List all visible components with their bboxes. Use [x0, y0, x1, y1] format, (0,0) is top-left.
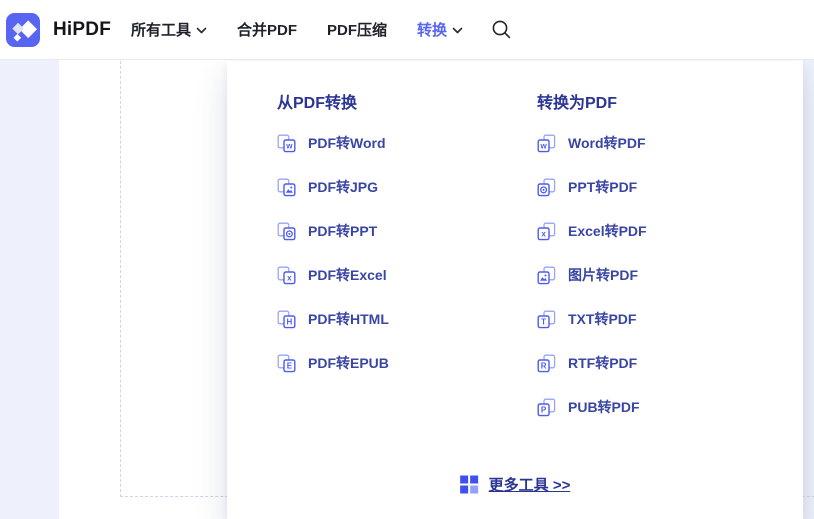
nav-item-compress-pdf[interactable]: PDF压缩 — [327, 19, 387, 40]
search-icon — [492, 20, 511, 39]
image-to-pdf-icon — [537, 266, 556, 284]
column-title: 从PDF转换 — [277, 95, 358, 112]
menu-item-pdf-to-jpg[interactable]: PDF转JPG — [277, 165, 389, 209]
svg-text:T: T — [541, 317, 546, 326]
svg-text:R: R — [541, 361, 547, 370]
svg-text:P: P — [541, 405, 547, 414]
column-title: 转换为PDF — [537, 95, 618, 112]
column-items: w Word转PDF PPT转PDF x Excel转PDF 图片转PDF T TXT转PDF… — [537, 121, 647, 429]
nav-item-label: 合并PDF — [237, 22, 298, 39]
txt-to-pdf-icon: T — [537, 310, 556, 328]
column-items: w PDF转Word PDF转JPG PDF转PPT x PDF转Excel H PDF转HT… — [277, 121, 389, 385]
menu-item-pdf-to-word[interactable]: w PDF转Word — [277, 121, 389, 165]
menu-item-pdf-to-html[interactable]: H PDF转HTML — [277, 297, 389, 341]
more-tools-label: 更多工具 >> — [488, 477, 571, 494]
menu-item-label: PDF转HTML — [308, 311, 389, 327]
nav-item-convert[interactable]: 转换 — [417, 19, 463, 40]
menu-item-label: PDF转PPT — [308, 223, 378, 239]
menu-item-label: PDF转EPUB — [308, 355, 389, 371]
svg-text:H: H — [287, 317, 293, 326]
menu-item-image-to-pdf[interactable]: 图片转PDF — [537, 253, 647, 297]
menu-item-label: PPT转PDF — [568, 179, 638, 195]
svg-text:w: w — [539, 141, 547, 150]
nav-menu: 所有工具 合并PDF PDF压缩 转换 — [131, 19, 463, 40]
svg-text:x: x — [287, 273, 292, 282]
svg-text:x: x — [541, 229, 546, 238]
convert-dropdown-panel: 从PDF转换 w PDF转Word PDF转JPG PDF转PPT x PDF转Excel… — [227, 61, 803, 519]
column-to-pdf: 转换为PDF w Word转PDF PPT转PDF x Excel转PDF 图片转PDF T… — [537, 93, 647, 429]
pdf-to-excel-icon: x — [277, 266, 296, 284]
menu-item-pdf-to-epub[interactable]: E PDF转EPUB — [277, 341, 389, 385]
menu-item-word-to-pdf[interactable]: w Word转PDF — [537, 121, 647, 165]
menu-item-pub-to-pdf[interactable]: P PUB转PDF — [537, 385, 647, 429]
svg-text:w: w — [285, 141, 293, 150]
navbar: HiPDF 所有工具 合并PDF PDF压缩 转换 — [0, 0, 814, 60]
pdf-to-epub-icon: E — [277, 354, 296, 372]
hipdf-logo[interactable] — [6, 12, 40, 47]
menu-item-label: PDF转Word — [308, 135, 386, 151]
menu-item-label: RTF转PDF — [568, 355, 638, 371]
excel-to-pdf-icon: x — [537, 222, 556, 240]
grid-icon — [460, 475, 479, 494]
menu-item-excel-to-pdf[interactable]: x Excel转PDF — [537, 209, 647, 253]
column-from-pdf: 从PDF转换 w PDF转Word PDF转JPG PDF转PPT x PDF转Excel… — [277, 93, 389, 385]
nav-item-label: 所有工具 — [131, 22, 192, 39]
nav-item-label: PDF压缩 — [327, 22, 388, 39]
page-left-gutter — [0, 60, 59, 519]
rtf-to-pdf-icon: R — [537, 354, 556, 372]
chevron-down-icon — [196, 27, 207, 34]
word-to-pdf-icon: w — [537, 134, 556, 152]
search-button[interactable] — [491, 19, 512, 40]
nav-item-label: 转换 — [417, 22, 448, 39]
pdf-to-ppt-icon — [277, 222, 296, 240]
brand-title[interactable]: HiPDF — [53, 19, 111, 41]
pdf-to-word-icon: w — [277, 134, 296, 152]
pdf-to-jpg-icon — [277, 178, 296, 196]
nav-item-all-tools[interactable]: 所有工具 — [131, 19, 207, 40]
more-tools-link[interactable]: 更多工具 >> — [460, 474, 571, 495]
menu-item-label: 图片转PDF — [568, 267, 638, 283]
menu-item-pdf-to-excel[interactable]: x PDF转Excel — [277, 253, 389, 297]
menu-item-label: Excel转PDF — [568, 223, 647, 239]
pub-to-pdf-icon: P — [537, 398, 556, 416]
hipdf-logo-icon — [6, 12, 40, 47]
chevron-down-icon — [452, 27, 463, 34]
menu-item-ppt-to-pdf[interactable]: PPT转PDF — [537, 165, 647, 209]
menu-item-pdf-to-ppt[interactable]: PDF转PPT — [277, 209, 389, 253]
menu-item-label: PUB转PDF — [568, 399, 640, 415]
pdf-to-html-icon: H — [277, 310, 296, 328]
menu-item-txt-to-pdf[interactable]: T TXT转PDF — [537, 297, 647, 341]
nav-item-merge-pdf[interactable]: 合并PDF — [237, 19, 297, 40]
menu-item-label: PDF转Excel — [308, 267, 387, 283]
menu-item-label: PDF转JPG — [308, 179, 379, 195]
menu-item-label: Word转PDF — [568, 135, 646, 151]
menu-item-label: TXT转PDF — [568, 311, 637, 327]
menu-item-rtf-to-pdf[interactable]: R RTF转PDF — [537, 341, 647, 385]
svg-text:E: E — [287, 361, 293, 370]
ppt-to-pdf-icon — [537, 178, 556, 196]
